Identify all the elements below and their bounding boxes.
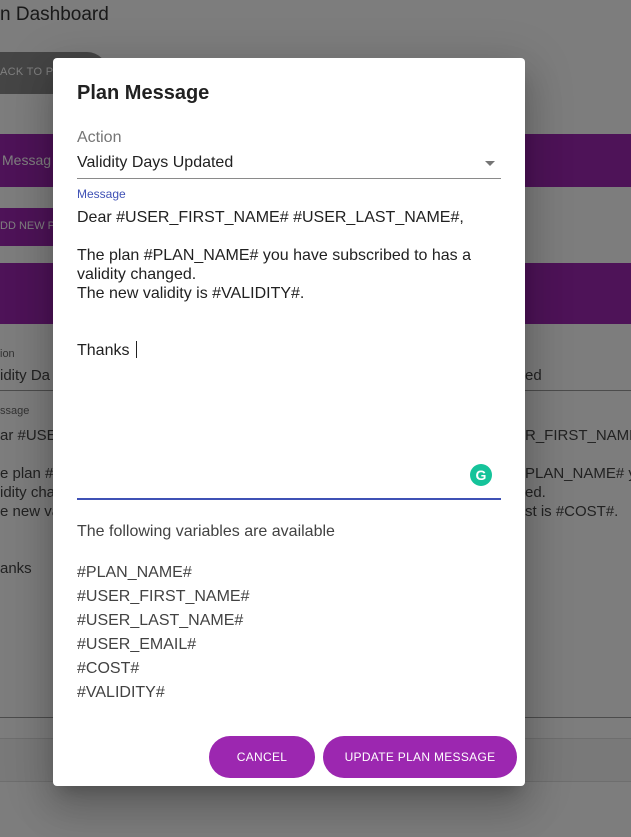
cancel-button[interactable]: CANCEL <box>209 736 315 778</box>
update-plan-message-button[interactable]: UPDATE PLAN MESSAGE <box>323 736 517 778</box>
text-caret <box>135 341 137 358</box>
plan-message-dialog: Plan Message Action Validity Days Update… <box>53 58 525 786</box>
action-select[interactable]: Validity Days Updated <box>77 152 501 179</box>
variables-heading: The following variables are available <box>77 523 335 540</box>
variables-list: #PLAN_NAME# #USER_FIRST_NAME# #USER_LAST… <box>77 563 250 707</box>
message-line: The plan #PLAN_NAME# you have subscribed… <box>77 247 472 264</box>
message-line: validity changed. <box>77 266 197 283</box>
grammarly-icon[interactable]: G <box>470 464 492 486</box>
dropdown-arrow-icon <box>485 161 495 166</box>
dialog-title: Plan Message <box>77 82 210 104</box>
action-label: Action <box>77 129 122 146</box>
message-label: Message <box>77 187 126 201</box>
variable-item: #USER_EMAIL# <box>77 636 197 653</box>
variable-item: #USER_FIRST_NAME# <box>77 588 250 605</box>
variable-item: #USER_LAST_NAME# <box>77 612 244 629</box>
variable-item: #VALIDITY# <box>77 684 165 701</box>
variable-item: #COST# <box>77 660 140 677</box>
message-line-last: Thanks <box>77 341 137 360</box>
action-select-value: Validity Days Updated <box>77 154 234 171</box>
message-line: Dear #USER_FIRST_NAME# #USER_LAST_NAME#, <box>77 209 464 226</box>
message-line: The new validity is #VALIDITY#. <box>77 285 305 302</box>
message-textarea[interactable]: Dear #USER_FIRST_NAME# #USER_LAST_NAME#,… <box>77 206 501 500</box>
variable-item: #PLAN_NAME# <box>77 564 192 581</box>
